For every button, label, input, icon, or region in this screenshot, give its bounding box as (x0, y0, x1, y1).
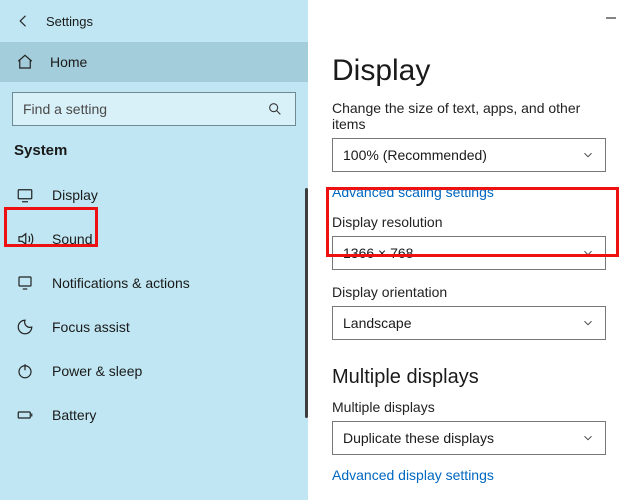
sound-icon (14, 230, 36, 248)
multiple-displays-heading: Multiple displays (332, 366, 609, 389)
nav-item-label: Sound (52, 231, 92, 247)
nav-item-focus-assist[interactable]: Focus assist (0, 305, 308, 349)
search-wrap (0, 82, 308, 132)
chevron-down-icon (581, 246, 595, 260)
advanced-display-link[interactable]: Advanced display settings (332, 467, 494, 483)
chevron-down-icon (581, 148, 595, 162)
window-title: Settings (46, 14, 93, 29)
multiple-displays-value: Duplicate these displays (343, 430, 494, 446)
orientation-value: Landscape (343, 315, 412, 331)
chevron-down-icon (581, 431, 595, 445)
back-button[interactable] (8, 5, 40, 37)
nav-item-notifications[interactable]: Notifications & actions (0, 261, 308, 305)
resolution-label: Display resolution (332, 214, 609, 230)
resolution-dropdown[interactable]: 1366 × 768 (332, 236, 606, 270)
display-icon (14, 186, 36, 204)
nav-item-sound[interactable]: Sound (0, 217, 308, 261)
nav-item-label: Battery (52, 407, 96, 423)
nav-item-power-sleep[interactable]: Power & sleep (0, 349, 308, 393)
resolution-value: 1366 × 768 (343, 245, 413, 261)
page-title: Display (332, 54, 609, 88)
search-input[interactable] (23, 101, 267, 117)
chevron-down-icon (581, 316, 595, 330)
scale-dropdown[interactable]: 100% (Recommended) (332, 138, 606, 172)
orientation-label: Display orientation (332, 284, 609, 300)
search-icon (267, 101, 285, 117)
battery-icon (14, 406, 36, 424)
orientation-dropdown[interactable]: Landscape (332, 306, 606, 340)
scale-label: Change the size of text, apps, and other… (332, 100, 609, 132)
main-content: Display Change the size of text, apps, a… (308, 0, 631, 500)
arrow-left-icon (15, 12, 33, 30)
titlebar: Settings (0, 0, 308, 42)
nav-home-label: Home (50, 54, 87, 70)
nav-item-label: Notifications & actions (52, 275, 190, 291)
search-box[interactable] (12, 92, 296, 126)
advanced-scaling-link[interactable]: Advanced scaling settings (332, 184, 494, 200)
scale-value: 100% (Recommended) (343, 147, 487, 163)
nav-item-label: Display (52, 187, 98, 203)
category-heading: System (0, 132, 308, 165)
nav-list: Display Sound Notifications & actions Fo… (0, 173, 308, 437)
home-icon (14, 53, 36, 71)
power-icon (14, 362, 36, 380)
minimize-icon (605, 12, 617, 24)
sidebar: Settings Home System Display Sound (0, 0, 308, 500)
nav-item-label: Power & sleep (52, 363, 142, 379)
minimize-button[interactable] (601, 8, 621, 28)
nav-item-label: Focus assist (52, 319, 130, 335)
focus-assist-icon (14, 318, 36, 336)
multiple-displays-label: Multiple displays (332, 399, 609, 415)
nav-home[interactable]: Home (0, 42, 308, 82)
multiple-displays-dropdown[interactable]: Duplicate these displays (332, 421, 606, 455)
nav-item-display[interactable]: Display (0, 173, 308, 217)
nav-item-battery[interactable]: Battery (0, 393, 308, 437)
notifications-icon (14, 274, 36, 292)
